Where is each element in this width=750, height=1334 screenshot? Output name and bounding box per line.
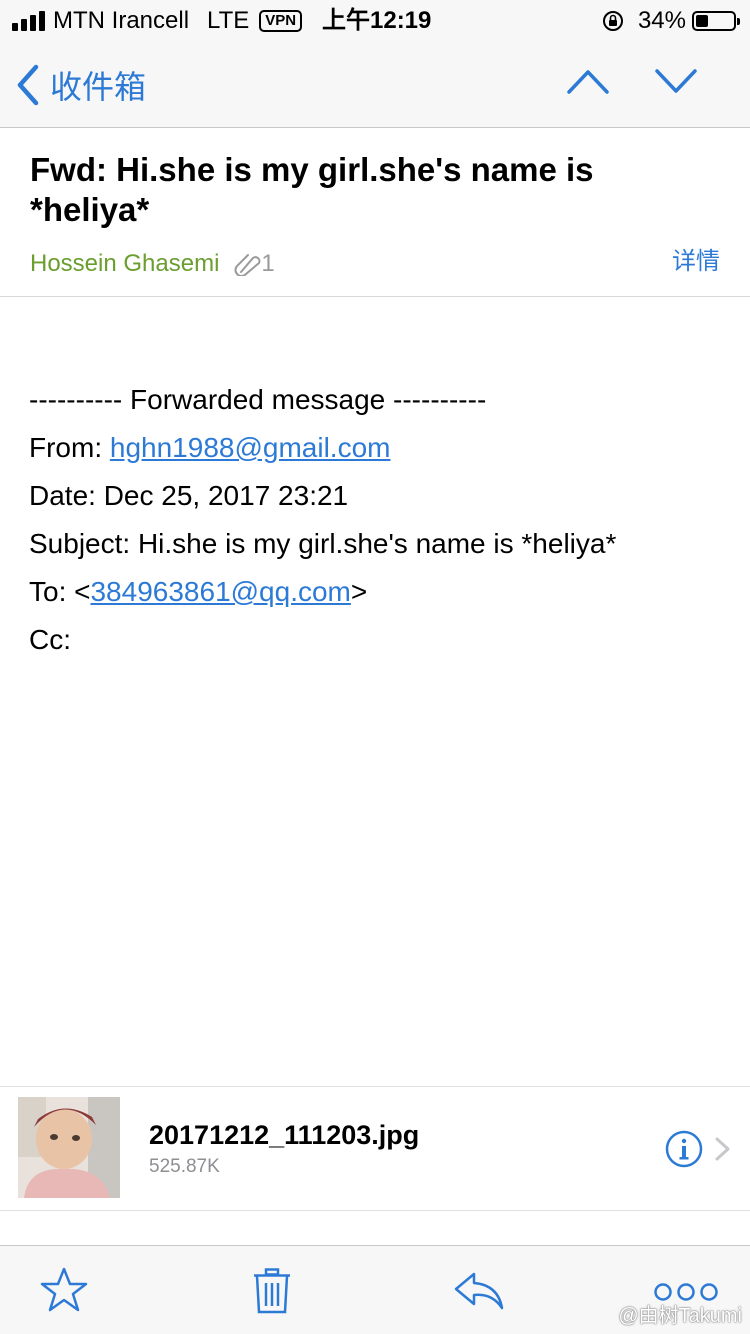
cc-line: Cc: [29,624,71,655]
trash-icon[interactable] [253,1268,291,1314]
message-subject: Fwd: Hi.she is my girl.she's name is *he… [30,151,594,228]
attachment-divider-top [0,1086,750,1087]
down-arrow-icon[interactable] [654,66,698,96]
to-close: > [350,576,368,607]
chevron-right-icon[interactable] [713,1136,733,1162]
reply-icon[interactable] [454,1271,504,1311]
attachment-count: 1 [233,249,275,279]
battery-fill [696,15,709,27]
status-bar: MTN Irancell LTE VPN 上午12:19 34% [0,0,750,40]
from-email-link[interactable]: hghn1988@gmail.com [110,432,391,463]
status-right: 34% [602,6,740,36]
from-line: From: hghn1988@gmail.com [29,424,616,472]
attachment-divider-bottom [0,1210,750,1211]
battery-percent: 34% [637,7,686,34]
star-icon[interactable] [40,1266,88,1314]
up-arrow-icon[interactable] [566,66,610,96]
details-link[interactable]: 详情 [672,247,720,277]
sender-name[interactable]: Hossein Ghasemi [30,249,219,279]
bottom-toolbar: @由树Takumi [0,1245,750,1334]
attachment-filename[interactable]: 20171212_111203.jpg [149,1120,419,1151]
subject-line: Subject: Hi.she is my girl.she's name is… [29,528,617,559]
carrier-name: MTN Irancell [53,7,190,34]
paperclip-icon [234,254,261,276]
battery-icon [692,11,740,31]
back-label: 收件箱 [50,69,147,105]
back-chevron-icon [17,64,39,106]
to-label: To: < [29,576,91,607]
orientation-lock-icon [602,11,623,31]
status-time: 上午12:19 [322,7,432,34]
sender-row: Hossein Ghasemi 1 [30,249,275,279]
vpn-badge: VPN [259,10,303,32]
header-divider [0,296,750,297]
signal-strength-icon [12,11,45,31]
watermark: @由树Takumi [618,1305,742,1327]
to-email-link[interactable]: 384963861@qq.com [90,576,350,607]
info-icon[interactable] [665,1130,703,1168]
network-type: LTE [207,7,250,34]
back-button[interactable]: 收件箱 [16,62,146,108]
attachment-size: 525.87K [149,1156,220,1177]
message-body: ---------- Forwarded message ---------- … [29,376,616,664]
date-line: Date: Dec 25, 2017 23:21 [29,480,349,511]
attachment-thumbnail[interactable] [18,1097,120,1198]
nav-bar: 收件箱 [0,40,750,128]
from-label: From: [29,432,110,463]
to-line: To: <384963861@qq.com> [29,568,616,616]
status-left: MTN Irancell LTE VPN [12,6,303,36]
attachment-count-value: 1 [261,250,275,277]
forwarded-line: ---------- Forwarded message ---------- [29,384,487,415]
